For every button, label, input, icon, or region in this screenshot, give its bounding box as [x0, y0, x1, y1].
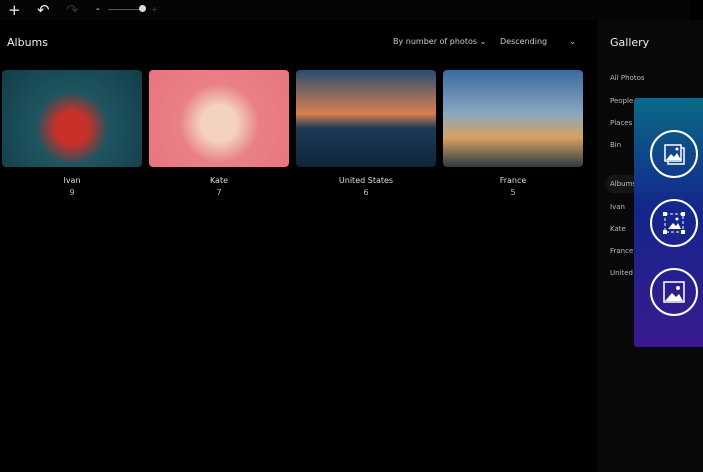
add-button[interactable]: +: [8, 0, 21, 20]
zoom-slider[interactable]: [108, 9, 142, 10]
sidebar-item-people[interactable]: People: [610, 97, 633, 105]
photo-stack-icon[interactable]: [650, 130, 698, 178]
photo-icon[interactable]: [650, 268, 698, 316]
chevron-down-icon: ⌄: [479, 37, 487, 46]
toolbar: + ↶ ↷ - +: [0, 0, 690, 20]
sidebar-album-france[interactable]: France: [610, 247, 633, 255]
album-name: France: [499, 176, 527, 185]
sidebar-item-bin[interactable]: Bin: [610, 141, 621, 149]
sidebar-album-kate[interactable]: Kate: [610, 225, 626, 233]
sort-by-dropdown[interactable]: By number of photos ⌄: [393, 37, 486, 46]
album-count: 6: [363, 188, 369, 197]
page-title: Albums: [7, 36, 48, 49]
album-count: 7: [216, 188, 222, 197]
album-count: 9: [69, 188, 75, 197]
zoom-in-button[interactable]: +: [151, 0, 158, 20]
order-dropdown[interactable]: Descending ⌄: [500, 37, 576, 46]
redo-button[interactable]: ↷: [66, 0, 79, 20]
album-name: Ivan: [63, 176, 81, 185]
album-card-france[interactable]: [443, 70, 583, 167]
album-card-united-states[interactable]: [296, 70, 436, 167]
order-label: Descending: [500, 37, 548, 46]
sidebar-albums-header[interactable]: Albums: [610, 180, 636, 188]
album-card-kate[interactable]: [149, 70, 289, 167]
floating-panel: [634, 98, 703, 347]
chevron-down-icon: ⌄: [569, 37, 576, 46]
sidebar-album-ivan[interactable]: Ivan: [610, 203, 625, 211]
zoom-slider-handle[interactable]: [139, 5, 146, 12]
sidebar-item-all-photos[interactable]: All Photos: [610, 74, 645, 82]
album-name: Kate: [209, 176, 229, 185]
sidebar-title: Gallery: [610, 36, 650, 49]
album-count: 5: [510, 188, 516, 197]
photo-crop-icon[interactable]: [650, 199, 698, 247]
zoom-out-button[interactable]: -: [96, 0, 100, 20]
sort-by-label: By number of photos: [393, 37, 478, 46]
album-name: United States: [338, 176, 394, 185]
album-card-ivan[interactable]: [2, 70, 142, 167]
undo-button[interactable]: ↶: [37, 0, 50, 20]
sidebar-item-places[interactable]: Places: [610, 119, 632, 127]
